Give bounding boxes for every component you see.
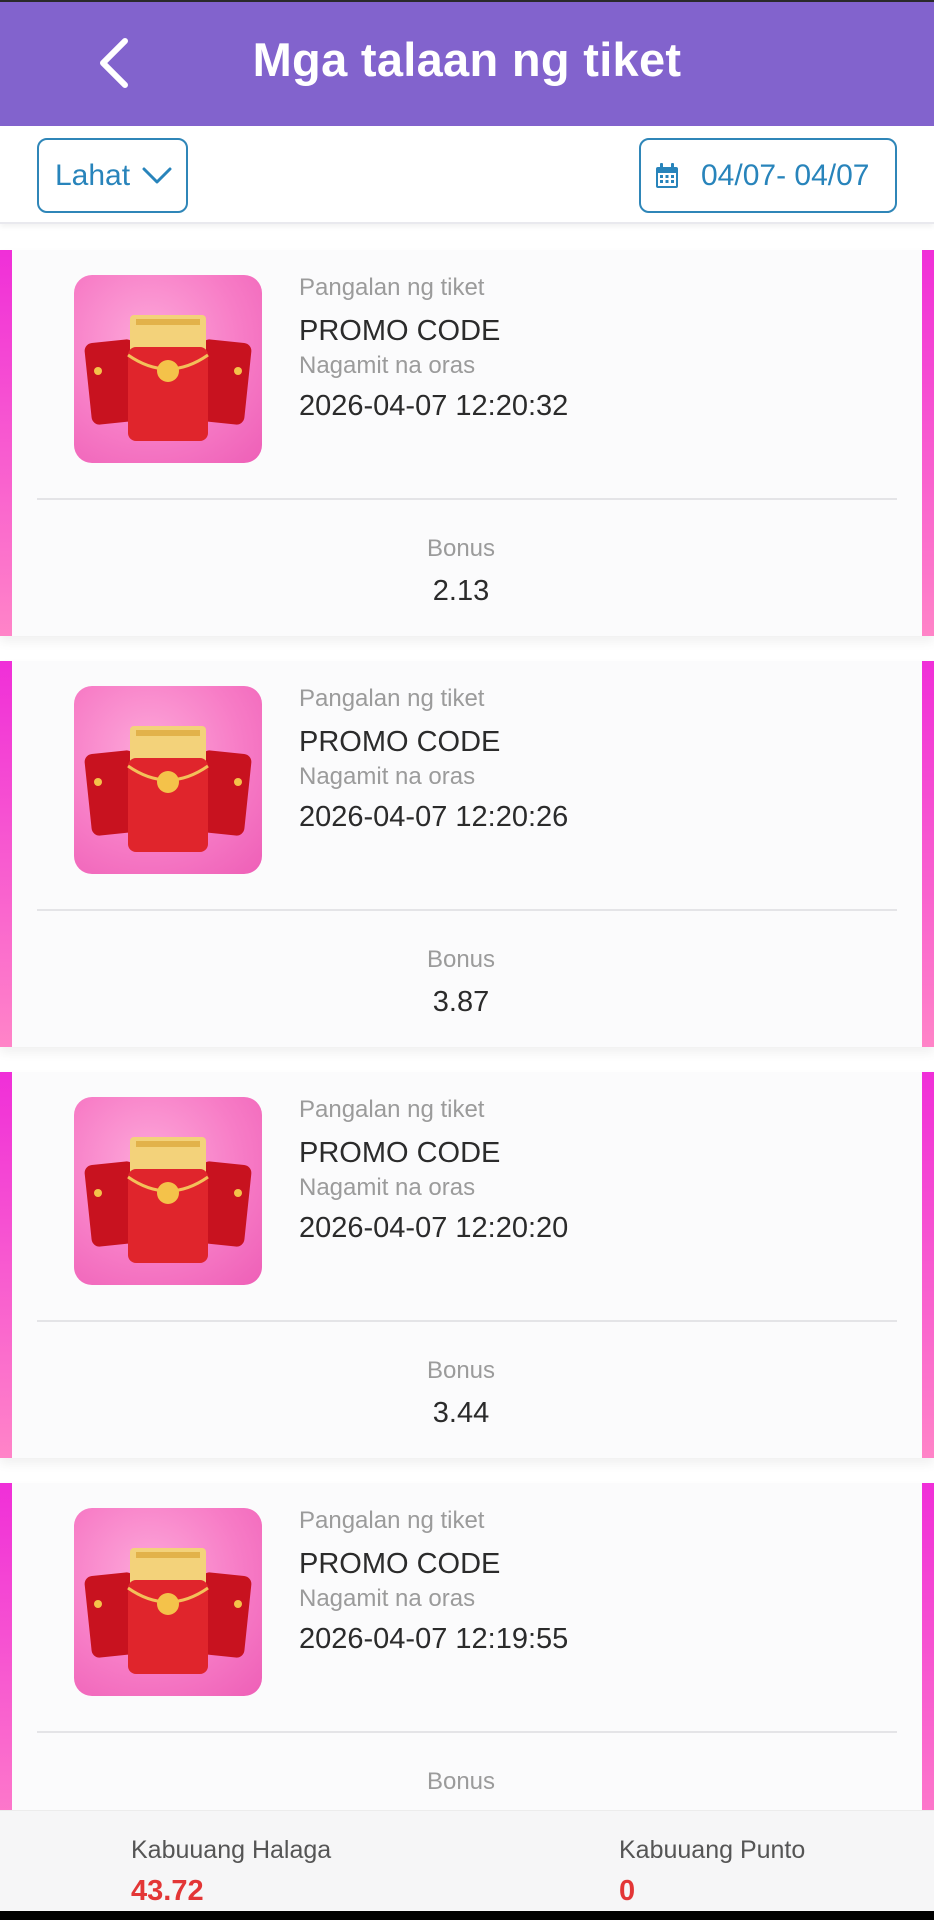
bonus-label: Bonus (426, 946, 496, 973)
ticket-records-page: Mga talaan ng tiket Lahat 04/07- 04/07 P… (0, 0, 934, 1920)
ticket-name-label: Pangalan ng tiket (299, 274, 485, 301)
totals-footer: Kabuuang Halaga 43.72 Kabuuang Punto 0 (0, 1810, 934, 1911)
used-time: 2026-04-07 12:19:55 (299, 1623, 569, 1655)
bonus-value: 3.87 (432, 986, 490, 1018)
used-time-label: Nagamit na oras (299, 763, 476, 790)
date-range-picker[interactable]: 04/07- 04/07 (639, 138, 897, 213)
ticket-name: PROMO CODE (299, 315, 501, 347)
ticket-card[interactable]: Pangalan ng tiket PROMO CODE Nagamit na … (0, 661, 934, 1047)
total-amount-value: 43.72 (131, 1875, 204, 1907)
filter-bar: Lahat 04/07- 04/07 (0, 126, 934, 224)
red-envelope-icon (74, 1508, 262, 1696)
used-time-label: Nagamit na oras (299, 1174, 476, 1201)
divider (37, 498, 897, 500)
bonus-value: 2.13 (432, 575, 490, 607)
bonus-label: Bonus (426, 535, 496, 562)
bonus-value: 3.44 (432, 1397, 490, 1429)
red-envelope-icon (74, 1097, 262, 1285)
used-time: 2026-04-07 12:20:20 (299, 1212, 569, 1244)
ticket-card[interactable]: Pangalan ng tiket PROMO CODE Nagamit na … (0, 1072, 934, 1458)
app-header: Mga talaan ng tiket (0, 0, 934, 126)
total-points-label: Kabuuang Punto (619, 1836, 806, 1864)
ticket-card[interactable]: Pangalan ng tiket PROMO CODE Nagamit na … (0, 250, 934, 636)
type-filter-label: Lahat (55, 158, 131, 192)
total-amount-label: Kabuuang Halaga (131, 1836, 332, 1864)
ticket-name: PROMO CODE (299, 726, 501, 758)
red-envelope-icon (74, 686, 262, 874)
ticket-name: PROMO CODE (299, 1137, 501, 1169)
used-time-label: Nagamit na oras (299, 1585, 476, 1612)
ticket-name-label: Pangalan ng tiket (299, 685, 485, 712)
bonus-label: Bonus (426, 1357, 496, 1384)
used-time-label: Nagamit na oras (299, 352, 476, 379)
page-title: Mga talaan ng tiket (252, 33, 682, 86)
chevron-down-icon (142, 167, 172, 183)
system-nav-bar (0, 1911, 934, 1920)
ticket-name-label: Pangalan ng tiket (299, 1507, 485, 1534)
divider (37, 1731, 897, 1733)
bonus-label: Bonus (426, 1768, 496, 1795)
date-range-label: 04/07- 04/07 (701, 158, 870, 192)
calendar-icon (656, 162, 678, 188)
used-time: 2026-04-07 12:20:26 (299, 801, 569, 833)
type-filter-dropdown[interactable]: Lahat (37, 138, 188, 213)
used-time: 2026-04-07 12:20:32 (299, 390, 569, 422)
total-points-value: 0 (619, 1875, 636, 1907)
divider (37, 1320, 897, 1322)
red-envelope-icon (74, 275, 262, 463)
ticket-name-label: Pangalan ng tiket (299, 1096, 485, 1123)
divider (37, 909, 897, 911)
ticket-name: PROMO CODE (299, 1548, 501, 1580)
ticket-list: Pangalan ng tiket PROMO CODE Nagamit na … (0, 250, 934, 1894)
